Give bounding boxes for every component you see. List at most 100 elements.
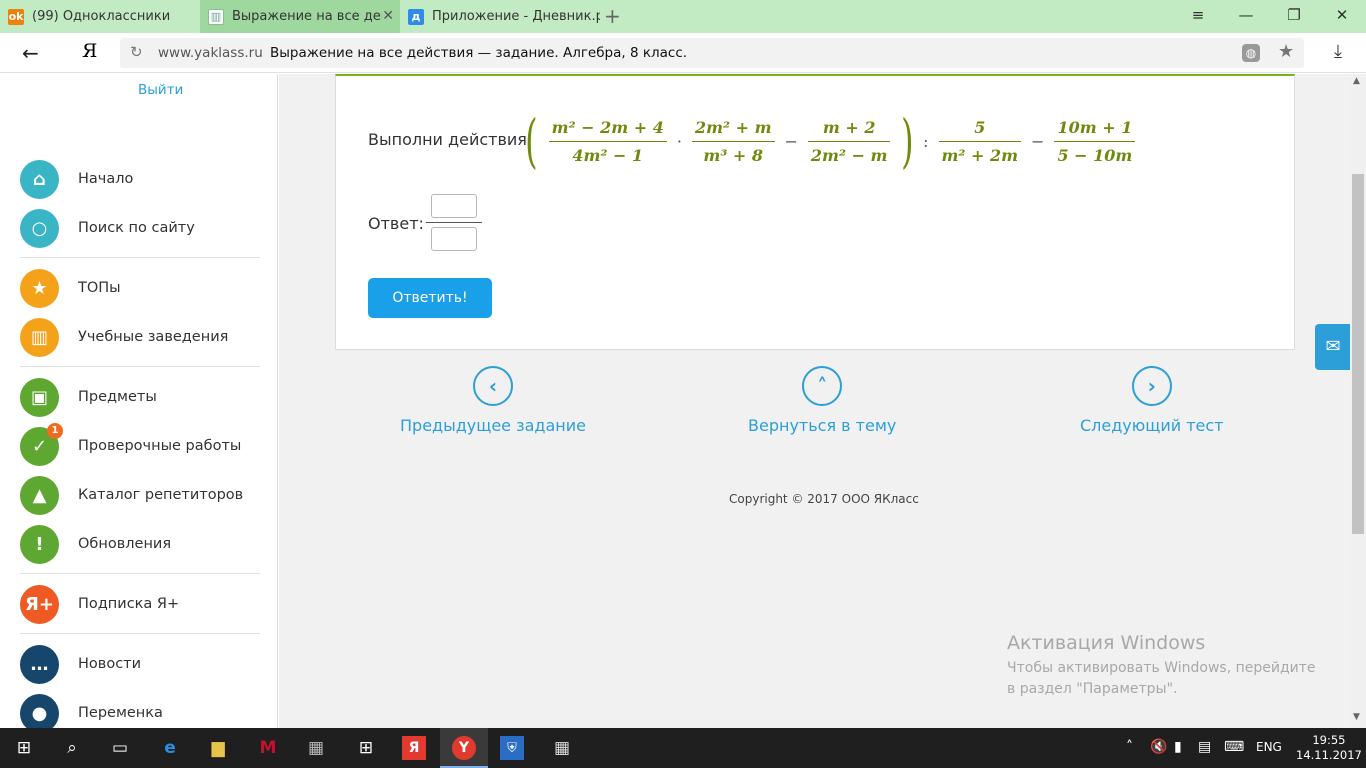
book-icon: ▥ — [208, 8, 224, 25]
sidebar-item-7[interactable]: ! Обновления — [20, 524, 171, 564]
download-icon[interactable]: ⤓ — [1334, 41, 1342, 62]
mail-feedback-icon[interactable]: ✉ — [1315, 324, 1351, 370]
tab-dnevnik[interactable]: д Приложение - Дневник.ру — [400, 0, 600, 33]
clock-time: 19:55 — [1312, 733, 1346, 747]
fraction-5: 10m + 1 5 − 10m — [1054, 118, 1136, 165]
check-icon: ✓ 1 — [20, 422, 63, 466]
sidebar-item-label: Подписка Я+ — [78, 596, 180, 612]
close-window-icon[interactable]: ✕ — [1332, 6, 1352, 24]
sidebar-item-label: ТОПы — [78, 280, 121, 296]
sidebar-item-label: Предметы — [78, 389, 157, 405]
chevron-up-icon[interactable]: ˄ — [802, 366, 843, 406]
ya-plus-icon: Я+ — [20, 584, 59, 624]
url-field[interactable]: ↻ www.yaklass.ru Выражение на все действ… — [120, 38, 1304, 68]
volume-icon[interactable]: 🔇 — [1150, 739, 1167, 755]
windows-start-icon[interactable]: ⊞ — [12, 736, 36, 760]
reload-icon[interactable]: ↻ — [130, 43, 143, 61]
clock-date: 14.11.2017 — [1296, 748, 1362, 762]
sidebar-item-10[interactable]: ● Переменка — [20, 693, 163, 728]
close-icon[interactable]: ✕ — [382, 8, 394, 24]
sidebar-divider — [20, 573, 260, 574]
keyboard-icon[interactable]: ⌨ — [1224, 739, 1244, 755]
graduation-cap-icon: ▲ — [20, 475, 59, 515]
chevron-up-icon[interactable]: ˄ — [1126, 739, 1133, 755]
scroll-up-icon[interactable]: ▲ — [1353, 76, 1360, 86]
search-icon[interactable]: ⌕ — [60, 736, 84, 760]
scroll-down-icon[interactable]: ▼ — [1353, 712, 1360, 722]
sidebar-item-9[interactable]: … Новости — [20, 644, 141, 684]
fraction-2: 2m² + m m³ + 8 — [691, 117, 775, 165]
sidebar-item-8[interactable]: Я+ Подписка Я+ — [20, 584, 179, 624]
task-formula: ( m² − 2m + 4 4m² − 1 · 2m² + m m³ + 8 −… — [520, 106, 1141, 176]
chevron-right-icon[interactable]: › — [1131, 366, 1172, 406]
menu-icon[interactable]: ≡ — [1188, 6, 1208, 24]
fraction-numerator: 2m² + m — [694, 117, 772, 137]
calculator-icon[interactable]: ▦ — [550, 736, 574, 760]
sidebar-item-4[interactable]: ▣ Предметы — [20, 377, 157, 417]
next-test-link[interactable]: › Следующий тест — [1080, 366, 1223, 435]
submit-answer-button[interactable]: Ответить! — [368, 278, 492, 318]
restore-icon[interactable]: ❐ — [1284, 6, 1304, 24]
new-tab-button[interactable]: + — [604, 4, 621, 28]
fraction-numerator: 5 — [974, 117, 986, 137]
sidebar-item-label: Проверочные работы — [78, 438, 242, 454]
logout-link[interactable]: Выйти — [138, 82, 183, 98]
sidebar-item-label: Начало — [78, 171, 134, 187]
back-arrow-icon[interactable]: ← — [22, 41, 39, 65]
task-view-icon[interactable]: ▭ — [108, 736, 132, 760]
globe-icon[interactable]: ◍ — [1242, 44, 1260, 62]
multiply-operator: · — [676, 131, 682, 151]
shield-app-icon[interactable]: ⛨ — [500, 736, 524, 760]
network-icon[interactable]: ▮ — [1174, 739, 1182, 755]
app-grid-icon[interactable]: ▦ — [304, 736, 328, 760]
yandex-browser-icon[interactable]: Y — [452, 736, 476, 760]
fraction-bar — [426, 222, 482, 223]
prev-task-link[interactable]: ‹ Предыдущее задание — [400, 366, 586, 435]
sidebar-item-5[interactable]: ✓ 1 Проверочные работы — [20, 422, 242, 466]
answer-label: Ответ: — [368, 214, 424, 233]
fraction-numerator: m + 2 — [822, 117, 876, 137]
sidebar-divider — [20, 633, 260, 634]
home-icon: ⌂ — [20, 159, 59, 199]
tab-odnoklassniki[interactable]: ok (99) Одноклассники — [0, 0, 200, 33]
store-icon[interactable]: ⊞ — [354, 736, 378, 760]
fraction-denominator: m² + 2m — [941, 145, 1019, 165]
prev-task-label[interactable]: Предыдущее задание — [400, 416, 586, 435]
windows-activation-watermark: Активация Windows Чтобы активировать Win… — [1007, 632, 1317, 700]
dnevnik-icon: д — [408, 8, 424, 25]
sidebar-item-label: Поиск по сайту — [78, 220, 195, 236]
sidebar-item-6[interactable]: ▲ Каталог репетиторов — [20, 475, 243, 515]
mcafee-icon[interactable]: M — [256, 736, 280, 760]
sidebar-item-label: Учебные заведения — [78, 329, 229, 345]
notification-badge: 1 — [47, 422, 63, 439]
tab-title: Приложение - Дневник.ру — [432, 9, 600, 24]
file-explorer-icon[interactable]: ▆ — [206, 736, 230, 760]
yandex-logo[interactable]: Я — [82, 40, 97, 62]
answer-numerator-input[interactable] — [431, 194, 477, 218]
sidebar: Выйти ⌂ Начало ○ Поиск по сайту ★ ТОПы ▥ Учебны… — [0, 74, 278, 728]
task-card: Выполни действия ( m² − 2m + 4 4m² − 1 ·… — [335, 74, 1295, 350]
minimize-icon[interactable]: — — [1236, 6, 1256, 24]
next-test-label[interactable]: Следующий тест — [1080, 416, 1223, 435]
fraction-denominator: m³ + 8 — [703, 145, 764, 165]
chevron-left-icon[interactable]: ‹ — [472, 366, 513, 406]
minus-operator: − — [1031, 131, 1045, 151]
sidebar-item-3[interactable]: ▥ Учебные заведения — [20, 317, 228, 357]
back-to-topic-label[interactable]: Вернуться в тему — [748, 416, 896, 435]
fraction-denominator: 5 − 10m — [1057, 145, 1133, 165]
yandex-app-icon[interactable]: Я — [402, 736, 426, 760]
system-clock[interactable]: 19:55 14.11.2017 — [1296, 733, 1362, 763]
sidebar-item-2[interactable]: ★ ТОПы — [20, 268, 121, 308]
tab-yaklass[interactable]: ▥ Выражение на все дейст ✕ — [200, 0, 400, 33]
edge-icon[interactable]: e — [158, 736, 182, 760]
sidebar-divider — [20, 257, 260, 258]
answer-denominator-input[interactable] — [431, 227, 477, 251]
language-indicator[interactable]: ENG — [1256, 740, 1282, 754]
sidebar-item-0[interactable]: ⌂ Начало — [20, 159, 133, 199]
page-scrollbar[interactable]: ▲ ▼ — [1350, 74, 1366, 728]
scroll-thumb[interactable] — [1352, 174, 1364, 534]
sidebar-item-1[interactable]: ○ Поиск по сайту — [20, 208, 195, 248]
back-to-topic-link[interactable]: ˄ Вернуться в тему — [748, 366, 896, 435]
notification-icon[interactable]: ▤ — [1198, 739, 1211, 755]
bookmark-star-icon[interactable]: ★ — [1278, 41, 1294, 62]
